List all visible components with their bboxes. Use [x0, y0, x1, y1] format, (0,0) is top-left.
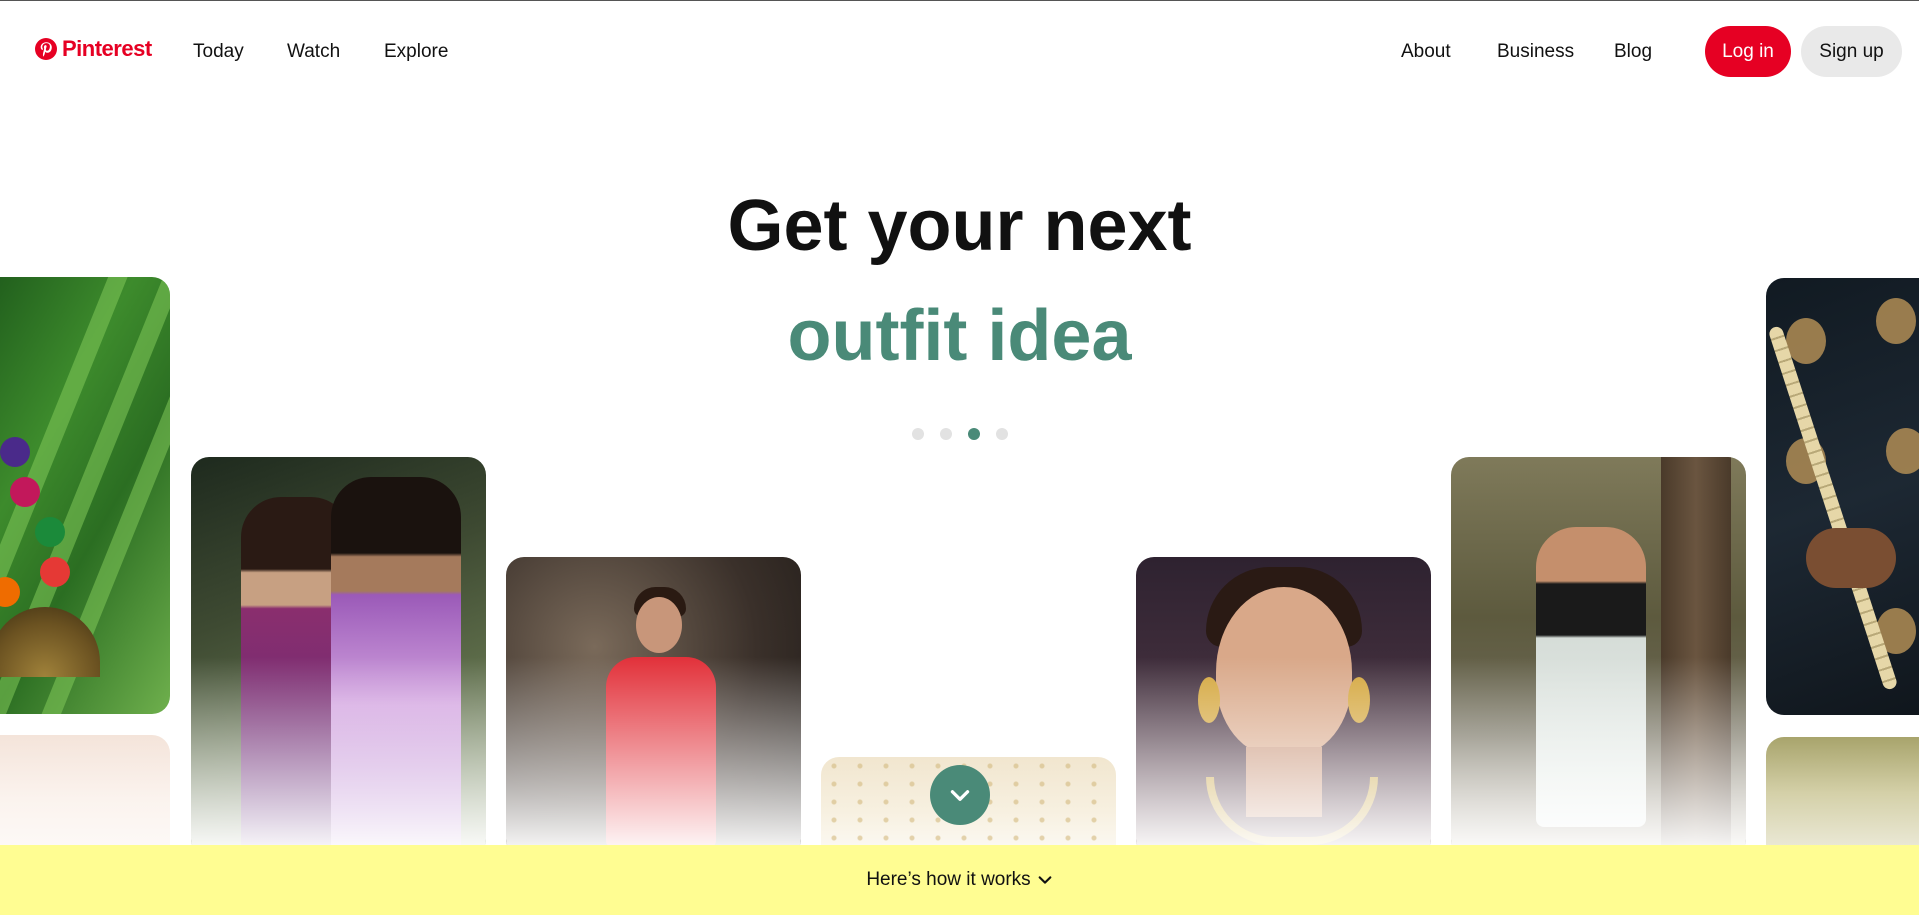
figure-head — [636, 597, 682, 653]
carousel-dot-4[interactable] — [996, 428, 1008, 440]
hero-headline: Get your next — [727, 186, 1192, 266]
figure-face — [1216, 587, 1352, 757]
top-navigation-bar: Pinterest Today Watch Explore About Busi… — [0, 1, 1919, 104]
nav-link-business[interactable]: Business — [1497, 41, 1574, 63]
pearl-necklace — [1767, 325, 1899, 691]
chevron-down-icon — [950, 790, 970, 801]
figure-hand — [1806, 528, 1896, 588]
carousel-dot-2[interactable] — [940, 428, 952, 440]
nav-link-explore[interactable]: Explore — [384, 41, 448, 63]
carousel-dot-3[interactable] — [968, 428, 980, 440]
carousel-dot-1[interactable] — [912, 428, 924, 440]
tree-trunk — [1661, 457, 1731, 857]
brand-name: Pinterest — [62, 36, 152, 61]
earring — [1198, 677, 1220, 723]
figure-woman-saree — [1536, 527, 1646, 827]
nav-link-watch[interactable]: Watch — [287, 41, 340, 63]
nav-link-about[interactable]: About — [1401, 41, 1451, 63]
how-it-works-label: Here’s how it works — [866, 869, 1031, 890]
bead — [35, 517, 65, 547]
nav-link-blog[interactable]: Blog — [1614, 41, 1652, 63]
pin-image-bridal-jewelry[interactable] — [1136, 557, 1431, 857]
login-button[interactable]: Log in — [1705, 26, 1791, 77]
chevron-down-icon — [1038, 876, 1052, 884]
pin-image-couple[interactable] — [191, 457, 486, 857]
pin-image-man-red-sherwani[interactable] — [506, 557, 801, 857]
nav-link-today[interactable]: Today — [193, 41, 244, 63]
pinterest-logo[interactable]: Pinterest — [34, 36, 152, 62]
pinterest-logo-icon — [35, 38, 57, 60]
necklace — [1206, 777, 1378, 845]
figure-sherwani — [606, 657, 716, 847]
figure-man — [331, 477, 461, 857]
signup-button[interactable]: Sign up — [1801, 26, 1902, 77]
bead — [10, 477, 40, 507]
bead — [0, 437, 30, 467]
bead — [0, 577, 20, 607]
earring — [1348, 677, 1370, 723]
bead — [40, 557, 70, 587]
pin-image-woman-saree[interactable] — [1451, 457, 1746, 857]
carousel-indicator — [912, 428, 1008, 440]
how-it-works-bar[interactable]: Here’s how it works — [0, 845, 1919, 915]
hero-rotating-topic: outfit idea — [787, 296, 1132, 376]
scroll-down-button[interactable] — [930, 765, 990, 825]
fabric-motif — [1886, 428, 1919, 474]
